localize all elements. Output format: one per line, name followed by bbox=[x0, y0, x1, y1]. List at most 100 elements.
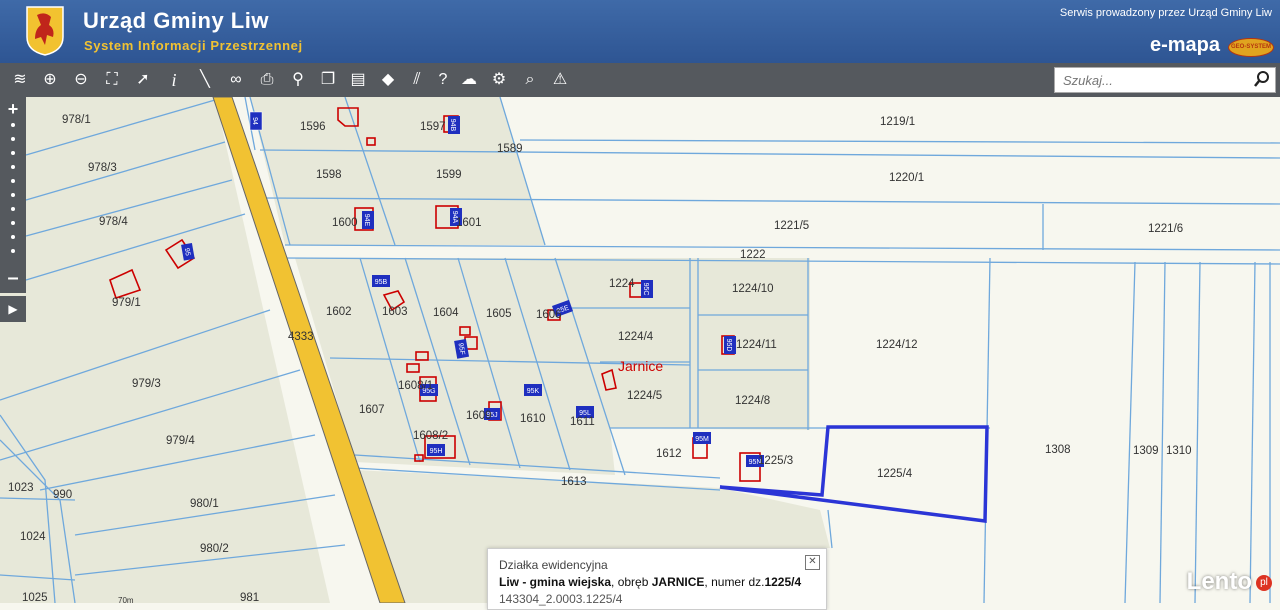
parcel-label: 979/1 bbox=[112, 297, 141, 309]
parcel-label: 1603 bbox=[382, 306, 408, 318]
parcel-label: 1221/6 bbox=[1148, 223, 1183, 235]
zoom-level-dot[interactable] bbox=[11, 137, 15, 141]
parcel-label: 1310 bbox=[1166, 445, 1192, 457]
parcel-label: 1608/1 bbox=[398, 380, 433, 392]
parcel-label: 978/4 bbox=[99, 216, 128, 228]
cadastral-map[interactable]: 94 94B 94E 94A 95B 95 95F 95E 95G 95K 95… bbox=[0, 97, 1280, 603]
copy-icon[interactable]: ❐ bbox=[316, 68, 340, 92]
measure-icon[interactable]: ╲ bbox=[193, 68, 217, 92]
parcel-label: 1589 bbox=[497, 143, 523, 155]
parcel-label: 979/4 bbox=[166, 435, 195, 447]
house-tag-95H: 95H bbox=[430, 448, 443, 455]
parcel-label: 981 bbox=[240, 592, 259, 603]
comment-icon[interactable]: ◆ bbox=[376, 68, 400, 92]
parcel-label: 1224/11 bbox=[736, 339, 777, 351]
parcel-label: 1598 bbox=[316, 169, 342, 181]
expand-panel-button[interactable]: ▶ bbox=[0, 296, 26, 322]
parcel-label: 1225/4 bbox=[877, 468, 913, 480]
pin-icon[interactable]: ⚲ bbox=[286, 68, 310, 92]
popup-number-label: , numer dz. bbox=[704, 575, 765, 589]
link-icon[interactable]: ∞ bbox=[224, 68, 248, 92]
zoom-level-dot[interactable] bbox=[11, 179, 15, 183]
parcel-label: 1613 bbox=[561, 476, 587, 488]
parcel-label: 1224/8 bbox=[735, 395, 770, 407]
cloud-icon[interactable]: ☁ bbox=[457, 68, 481, 92]
parcel-label: 1224/10 bbox=[732, 283, 774, 295]
parcel-label: 1602 bbox=[326, 306, 352, 318]
map-canvas[interactable]: 94 94B 94E 94A 95B 95 95F 95E 95G 95K 95… bbox=[0, 97, 1280, 603]
parcel-label: 1219/1 bbox=[880, 116, 915, 128]
house-tag-94E: 94E bbox=[363, 214, 370, 227]
parcel-label: 1606 bbox=[536, 309, 562, 321]
house-tag-94: 94 bbox=[251, 117, 258, 125]
parcel-label: 1605 bbox=[486, 308, 512, 320]
parcel-label: 1220/1 bbox=[889, 172, 924, 184]
popup-parcel-id: 143304_2.0003.1225/4 bbox=[499, 592, 623, 606]
parcel-label: 1225/3 bbox=[758, 455, 793, 467]
zoom-in-icon[interactable]: ⊕ bbox=[38, 68, 62, 92]
map-toolbar: ≋ ⊕ ⊖ ⛶ ➚ i ╲ ∞ ⎙ ⚲ ❐ ▤ ◆ ⫽ ? ☁ ⚙ ⌕ ⚠ bbox=[0, 63, 1280, 98]
zoom-extent-icon[interactable]: ⛶ bbox=[100, 68, 124, 92]
zoom-level-dot[interactable] bbox=[11, 207, 15, 211]
app-title: Urząd Gminy Liw bbox=[83, 8, 269, 33]
popup-gmina: Liw - gmina wiejska bbox=[499, 575, 612, 589]
geo-system-badge: GEO-SYSTEM bbox=[1228, 38, 1274, 57]
parcel-label: 1024 bbox=[20, 531, 46, 543]
zoom-plus-button[interactable]: + bbox=[0, 99, 26, 120]
watermark-badge: pl bbox=[1256, 575, 1272, 591]
scale-bar-label: 70m bbox=[118, 596, 134, 603]
help-icon[interactable]: ? bbox=[431, 68, 455, 92]
hatch-icon[interactable]: ⫽ bbox=[405, 68, 429, 92]
parcel-label: 979/3 bbox=[132, 378, 161, 390]
pointer-icon[interactable]: ➚ bbox=[131, 68, 155, 92]
parcel-label: 1600 bbox=[332, 217, 358, 229]
zoom-out-icon[interactable]: ⊖ bbox=[69, 68, 93, 92]
layout-icon[interactable]: ▤ bbox=[346, 68, 370, 92]
zoom-level-dot[interactable] bbox=[11, 123, 15, 127]
zoom-level-dot[interactable] bbox=[11, 235, 15, 239]
parcel-label: 1604 bbox=[433, 307, 459, 319]
parcel-label: 1607 bbox=[359, 404, 385, 416]
coat-of-arms-icon bbox=[26, 6, 64, 56]
parcel-label: 1601 bbox=[456, 217, 482, 229]
house-tag-95: 95 bbox=[183, 248, 191, 257]
popup-obreb: JARNICE bbox=[651, 575, 705, 589]
zoom-level-dot[interactable] bbox=[11, 193, 15, 197]
watermark-text: Lento bbox=[1186, 568, 1252, 595]
land-north bbox=[250, 97, 545, 245]
parcel-label: 1610 bbox=[520, 413, 546, 425]
brand-logo-text: e-mapa bbox=[1149, 34, 1220, 56]
parcel-label: 1023 bbox=[8, 482, 34, 494]
settings-icon[interactable]: ⚙ bbox=[487, 68, 511, 92]
search-input[interactable] bbox=[1061, 70, 1245, 90]
warning-icon[interactable]: ⚠ bbox=[548, 68, 572, 92]
zoom-level-dot[interactable] bbox=[11, 165, 15, 169]
zoom-level-dot[interactable] bbox=[11, 221, 15, 225]
parcel-label: 980/1 bbox=[190, 498, 219, 510]
parcel-label: 978/1 bbox=[62, 114, 91, 126]
zoom-level-dot[interactable] bbox=[11, 249, 15, 253]
house-tag-95C: 95C bbox=[642, 283, 649, 296]
parcel-label: 1224 bbox=[609, 278, 635, 290]
parcel-label: 1597 bbox=[420, 121, 446, 133]
zoom-level-dot[interactable] bbox=[11, 151, 15, 155]
parcel-label: 1309 bbox=[1133, 445, 1159, 457]
close-icon[interactable]: ✕ bbox=[805, 555, 820, 570]
print-icon[interactable]: ⎙ bbox=[255, 68, 279, 92]
parcel-label: 4333 bbox=[288, 331, 314, 343]
app-subtitle: System Informacji Przestrzennej bbox=[84, 38, 303, 53]
layers-icon[interactable]: ≋ bbox=[8, 68, 32, 92]
info-icon[interactable]: i bbox=[162, 68, 186, 92]
parcel-label: 990 bbox=[53, 489, 72, 501]
house-tag-95D: 95D bbox=[725, 339, 732, 352]
house-tag-95B: 95B bbox=[375, 279, 388, 286]
search-icon[interactable] bbox=[1253, 70, 1271, 88]
popup-obreb-label: , obręb bbox=[611, 575, 652, 589]
search-map-icon[interactable]: ⌕ bbox=[518, 68, 542, 92]
search-box bbox=[1054, 67, 1276, 93]
parcel-label: 1025 bbox=[22, 592, 48, 603]
popup-parcel-number: 1225/4 bbox=[764, 575, 802, 589]
zoom-minus-button[interactable]: – bbox=[0, 267, 26, 290]
service-provider-text: Serwis prowadzony przez Urząd Gminy Liw bbox=[1059, 7, 1272, 19]
parcel-label: 1612 bbox=[656, 448, 682, 460]
